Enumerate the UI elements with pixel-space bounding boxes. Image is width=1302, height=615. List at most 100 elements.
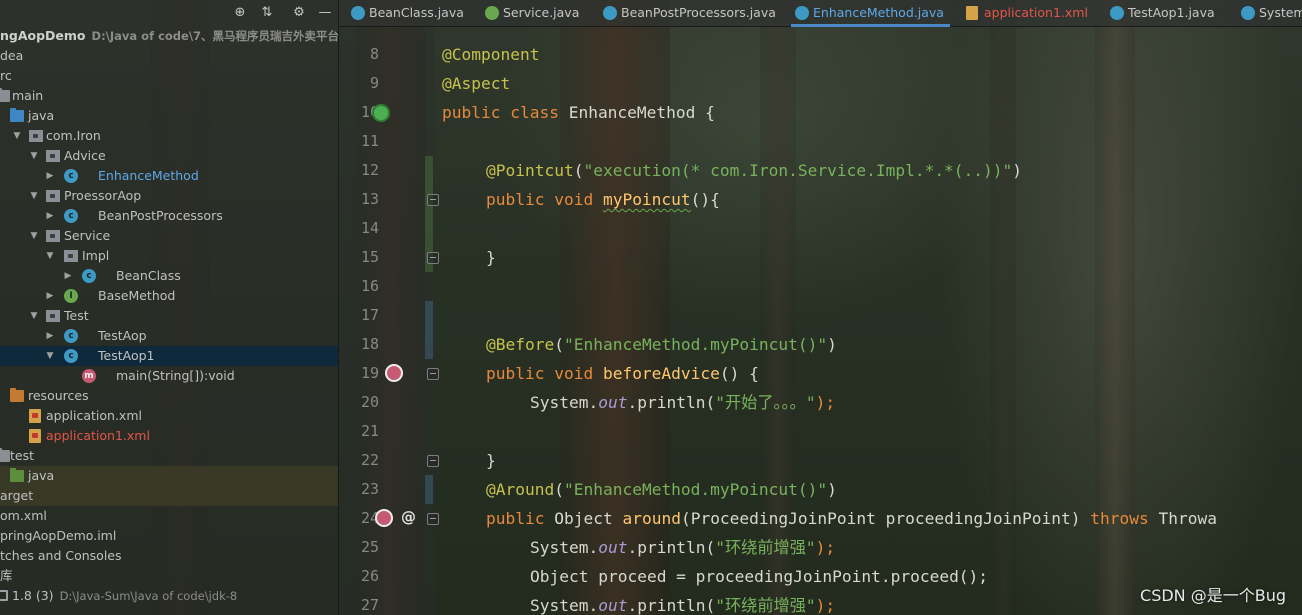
advice-navigation-icon[interactable]: [385, 364, 403, 382]
tree-item-main-method[interactable]: m main(String[]):void: [0, 366, 338, 386]
collapsed-arrow-icon[interactable]: ▶: [45, 326, 55, 346]
code-line-23[interactable]: @Around("EnhanceMethod.myPoincut()"): [486, 475, 837, 504]
tree-item-external-libraries[interactable]: 库: [0, 566, 338, 586]
tab-service[interactable]: Service.java: [481, 0, 579, 26]
expanded-arrow-icon[interactable]: ▼: [29, 306, 39, 326]
collapse-all-icon[interactable]: ⇅: [258, 4, 276, 22]
tree-item-test-package[interactable]: ▼ Test: [0, 306, 338, 326]
expanded-arrow-icon[interactable]: ▼: [12, 126, 22, 146]
tree-item-jdk[interactable]: 1.8 (3) D:\Java-Sum\Java of code\jdk-8: [0, 586, 338, 606]
tree-item-resources[interactable]: resources: [0, 386, 338, 406]
fold-marker-icon[interactable]: [427, 368, 439, 380]
code-token: public: [486, 509, 555, 528]
class-icon: [795, 6, 809, 20]
code-line-8[interactable]: @Component: [442, 40, 539, 69]
vcs-change-marker[interactable]: [425, 475, 433, 504]
tree-item-impl[interactable]: ▼ Impl: [0, 246, 338, 266]
vcs-change-marker[interactable]: [425, 301, 433, 359]
code-line-10[interactable]: public class EnhanceMethod {: [442, 98, 715, 127]
tab-testaop1[interactable]: TestAop1.java: [1106, 0, 1215, 26]
code-token: (: [554, 480, 564, 499]
code-token: ): [1012, 161, 1023, 180]
tree-item-proessoraop[interactable]: ▼ ProessorAop: [0, 186, 338, 206]
collapsed-arrow-icon[interactable]: ▶: [63, 266, 73, 286]
code-line-20[interactable]: System.out.println("开始了。。。");: [530, 388, 835, 417]
code-line-12[interactable]: @Pointcut("execution(* com.Iron.Service.…: [486, 156, 1022, 185]
code-line-27[interactable]: System.out.println("环绕前增强");: [530, 591, 835, 615]
tree-item-project-root[interactable]: ngAopDemo D:\Java of code\7、黑马程序员瑞吉外卖平台实: [0, 26, 338, 46]
tree-item-main[interactable]: main: [0, 86, 338, 106]
tree-item-beanpostprocessors[interactable]: ▶ c BeanPostProcessors: [0, 206, 338, 226]
annotation-at-icon[interactable]: @: [401, 508, 416, 526]
code-token: "环绕前增强": [715, 538, 816, 557]
tree-item-test-java[interactable]: java: [0, 466, 338, 486]
tree-item-scratches[interactable]: tches and Consoles: [0, 546, 338, 566]
tree-item-iml[interactable]: pringAopDemo.iml: [0, 526, 338, 546]
spring-bean-icon[interactable]: [372, 104, 390, 122]
fold-marker-icon[interactable]: [427, 252, 439, 264]
tree-item-label: dea: [0, 48, 24, 63]
code-token: (: [554, 335, 564, 354]
tab-system[interactable]: System.: [1237, 0, 1302, 26]
collapsed-arrow-icon[interactable]: ▶: [45, 286, 55, 306]
code-line-25[interactable]: System.out.println("环绕前增强");: [530, 533, 835, 562]
expanded-arrow-icon[interactable]: ▼: [29, 146, 39, 166]
tree-item-pom-xml[interactable]: om.xml: [0, 506, 338, 526]
watermark: CSDN @是一个Bug: [1140, 586, 1286, 605]
tree-item-com-iron[interactable]: ▼ com.Iron: [0, 126, 338, 146]
code-token: around: [622, 509, 681, 528]
code-line-9[interactable]: @Aspect: [442, 69, 510, 98]
code-line-22[interactable]: }: [486, 446, 496, 475]
editor-tab-bar: BeanClass.java Service.java BeanPostProc…: [339, 0, 1302, 27]
minimize-icon[interactable]: —: [316, 4, 334, 22]
code-line-18[interactable]: @Before("EnhanceMethod.myPoincut()"): [486, 330, 837, 359]
collapsed-arrow-icon[interactable]: ▶: [45, 206, 55, 226]
line-number: 9: [369, 74, 379, 92]
code-line-15[interactable]: }: [486, 243, 496, 272]
tree-item-application-xml[interactable]: application.xml: [0, 406, 338, 426]
expanded-arrow-icon[interactable]: ▼: [29, 226, 39, 246]
tree-item-beanclass[interactable]: ▶ c BeanClass: [0, 266, 338, 286]
code-editor[interactable]: 8 9 10 11 12 13 14 15 16 17 18 19 20 21 …: [339, 27, 1302, 615]
line-number: 25: [360, 538, 379, 556]
tree-item-advice[interactable]: ▼ Advice: [0, 146, 338, 166]
tab-enhancemethod[interactable]: EnhanceMethod.java: [791, 0, 950, 27]
code-line-13[interactable]: public void myPoincut(){: [486, 185, 720, 214]
fold-marker-icon[interactable]: [427, 455, 439, 467]
code-line-19[interactable]: public void beforeAdvice() {: [486, 359, 759, 388]
tree-item-service[interactable]: ▼ Service: [0, 226, 338, 246]
expanded-arrow-icon[interactable]: ▼: [45, 246, 55, 266]
tree-item-basemethod[interactable]: ▶ I BaseMethod: [0, 286, 338, 306]
expanded-arrow-icon[interactable]: ▼: [45, 346, 55, 366]
code-line-26[interactable]: Object proceed = proceedingJoinPoint.pro…: [530, 562, 988, 591]
collapsed-arrow-icon[interactable]: ▶: [45, 166, 55, 186]
tab-label: BeanClass.java: [369, 5, 464, 20]
tree-item-java[interactable]: java: [0, 106, 338, 126]
fold-marker-icon[interactable]: [427, 194, 439, 206]
tree-item-testaop[interactable]: ▶ c TestAop: [0, 326, 338, 346]
tree-item-application1-xml[interactable]: application1.xml: [0, 426, 338, 446]
tab-beanpostprocessors[interactable]: BeanPostProcessors.java: [599, 0, 776, 26]
tree-item-target[interactable]: arget: [0, 486, 338, 506]
locate-icon[interactable]: ⊕: [231, 4, 249, 22]
code-token: Object: [554, 509, 623, 528]
tree-item-src[interactable]: rc: [0, 66, 338, 86]
code-token: "execution(* com.Iron.Service.Impl.*.*(.…: [583, 161, 1013, 180]
code-line-24[interactable]: public Object around(ProceedingJoinPoint…: [486, 504, 1217, 533]
class-icon: [603, 6, 617, 20]
package-icon: [46, 310, 60, 322]
gear-icon[interactable]: ⚙: [290, 4, 308, 22]
fold-marker-icon[interactable]: [427, 513, 439, 525]
tree-item-enhancemethod[interactable]: ▶ c EnhanceMethod: [0, 166, 338, 186]
editor-gutter[interactable]: 8 9 10 11 12 13 14 15 16 17 18 19 20 21 …: [339, 27, 439, 615]
expanded-arrow-icon[interactable]: ▼: [29, 186, 39, 206]
jdk-path: D:\Java-Sum\Java of code\jdk-8: [59, 589, 238, 603]
tree-item-testaop1[interactable]: ▼ c TestAop1: [0, 346, 338, 366]
advice-navigation-icon[interactable]: [375, 509, 393, 527]
tab-beanclass[interactable]: BeanClass.java: [347, 0, 464, 26]
code-token: out: [598, 393, 628, 412]
tree-item-label: ProessorAop: [64, 188, 142, 203]
tab-application1-xml[interactable]: application1.xml: [962, 0, 1088, 26]
tree-item-idea[interactable]: dea: [0, 46, 338, 66]
tree-item-test-folder[interactable]: test: [0, 446, 338, 466]
